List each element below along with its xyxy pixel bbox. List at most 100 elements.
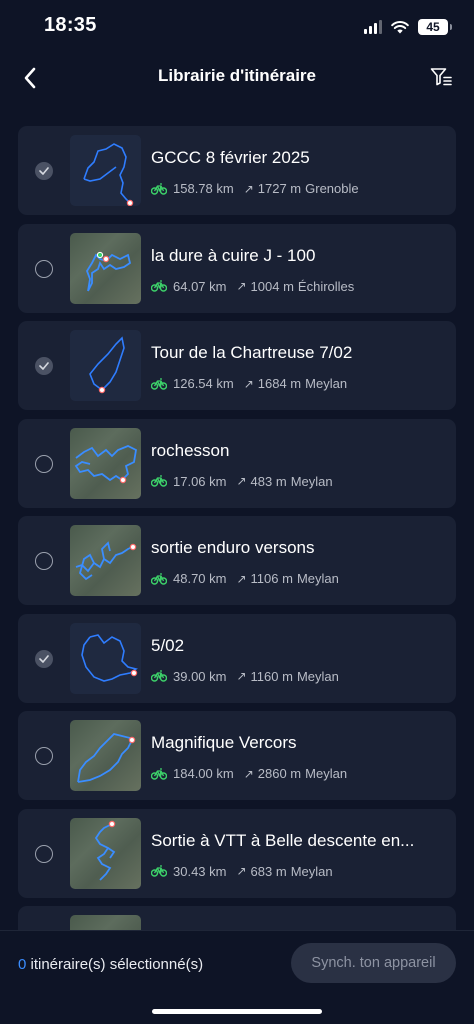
elevation-icon: ↗ [236,669,247,683]
elevation-icon: ↗ [243,181,254,196]
bike-icon [151,572,167,585]
elevation-icon: ↗ [236,474,247,488]
route-card[interactable]: GCCC 8 février 2025 158.78 km ↗ 1727 m G… [18,126,456,215]
route-meta: 64.07 km ↗ 1004 m Échirolles [151,279,354,294]
checkmark-icon [39,362,49,370]
route-location: Échirolles [297,278,355,294]
bike-icon [151,377,167,390]
route-meta: 39.00 km ↗ 1160 m Meylan [151,669,339,684]
route-elevation: 1160 m [250,668,293,684]
selection-count-label: itinéraire(s) sélectionné(s) [26,956,204,973]
route-name: 5/02 [151,635,185,655]
route-location: Meylan [290,863,333,879]
route-name: GCCC 8 février 2025 [151,148,310,167]
route-elevation: 1004 m [250,278,294,294]
selection-count: 0 itinéraire(s) sélectionné(s) [18,956,203,973]
wifi-icon [391,21,409,34]
status-icons: 45 [364,16,452,38]
route-card[interactable]: Magnifique Vercors 184.00 km ↗ 2860 m Me… [18,711,456,800]
home-indicator [152,1009,322,1014]
route-elevation: 483 m [250,473,287,489]
route-card[interactable]: sortie enduro versons 48.70 km ↗ 1106 m … [18,516,456,605]
route-location: Meylan [296,668,339,684]
route-card[interactable]: 5/02 39.00 km ↗ 1160 m Meylan [18,613,456,703]
route-thumbnail [70,427,141,499]
checkbox-unchecked[interactable] [35,844,53,863]
route-elevation: 1727 m [257,181,302,196]
elevation-icon: ↗ [236,279,247,293]
route-name: Sortie à VTT à Belle descente en... [151,830,415,850]
route-distance: 39.00 km [173,668,227,684]
nav-bar: Librairie d'itinéraire [0,54,474,100]
checkbox-unchecked[interactable] [35,552,53,570]
sync-device-button[interactable]: Synch. ton appareil [291,943,456,983]
route-thumbnail [70,135,141,206]
route-card-partial[interactable] [18,906,456,930]
route-location: Meylan [296,571,339,586]
bike-icon [151,670,167,682]
route-location: Meylan [290,473,333,489]
bike-icon [151,280,167,292]
route-card[interactable]: rochesson 17.06 km ↗ 483 m Meylan [18,418,456,508]
route-elevation: 2860 m [257,766,302,781]
route-meta: 48.70 km ↗ 1106 m Meylan [151,571,339,586]
route-meta: 17.06 km ↗ 483 m Meylan [151,474,333,489]
route-name: Magnifique Vercors [151,733,297,752]
route-meta: 158.78 km ↗ 1727 m Grenoble [151,181,359,196]
footer-bar: 0 itinéraire(s) sélectionné(s) Synch. to… [0,930,474,1024]
route-thumbnail [70,915,141,930]
checkbox-unchecked[interactable] [35,454,53,473]
route-thumbnail [70,330,141,401]
route-name: la dure à cuire J - 100 [151,245,316,265]
route-distance: 48.70 km [173,571,227,586]
route-list[interactable]: GCCC 8 février 2025 158.78 km ↗ 1727 m G… [18,126,456,930]
route-distance: 158.78 km [173,181,234,196]
battery-icon: 45 [418,19,452,35]
elevation-icon: ↗ [236,571,247,586]
page-title: Librairie d'itinéraire [157,66,317,85]
status-bar: 18:35 45 [0,0,474,54]
status-time: 18:35 [44,14,97,36]
route-card[interactable]: la dure à cuire J - 100 64.07 km ↗ 1004 … [18,223,456,313]
route-distance: 17.06 km [173,473,227,489]
route-name: sortie enduro versons [151,538,315,557]
route-name: rochesson [151,440,230,460]
filter-icon [430,68,452,86]
elevation-icon: ↗ [243,766,254,781]
route-distance: 126.54 km [173,376,234,391]
elevation-icon: ↗ [236,864,247,878]
route-location: Meylan [305,376,348,391]
route-thumbnail [70,817,141,889]
bike-icon [151,865,167,877]
elevation-icon: ↗ [243,376,254,391]
route-location: Grenoble [305,181,359,196]
route-distance: 184.00 km [173,766,234,781]
route-thumbnail [70,720,141,791]
bike-icon [151,182,167,195]
route-name: Tour de la Chartreuse 7/02 [151,343,353,362]
route-thumbnail [70,525,141,596]
route-elevation: 1106 m [250,571,293,586]
filter-button[interactable] [426,62,456,92]
checkbox-checked[interactable] [35,649,53,668]
route-elevation: 1684 m [257,376,302,391]
checkbox-checked[interactable] [35,357,53,375]
route-meta: 30.43 km ↗ 683 m Meylan [151,864,333,879]
bike-icon [151,767,167,780]
checkmark-icon [39,167,49,175]
route-location: Meylan [305,766,348,781]
cellular-signal-icon [364,20,382,34]
route-distance: 64.07 km [173,278,227,294]
checkbox-unchecked[interactable] [35,747,53,765]
checkbox-unchecked[interactable] [35,259,53,278]
route-meta: 184.00 km ↗ 2860 m Meylan [151,766,347,781]
checkmark-icon [39,654,49,663]
route-elevation: 683 m [250,863,287,879]
route-thumbnail [70,622,141,694]
route-distance: 30.43 km [173,863,227,879]
route-card[interactable]: Tour de la Chartreuse 7/02 126.54 km ↗ 1… [18,321,456,410]
route-card[interactable]: Sortie à VTT à Belle descente en... 30.4… [18,808,456,898]
route-meta: 126.54 km ↗ 1684 m Meylan [151,376,347,391]
checkbox-checked[interactable] [35,162,53,180]
bike-icon [151,475,167,487]
